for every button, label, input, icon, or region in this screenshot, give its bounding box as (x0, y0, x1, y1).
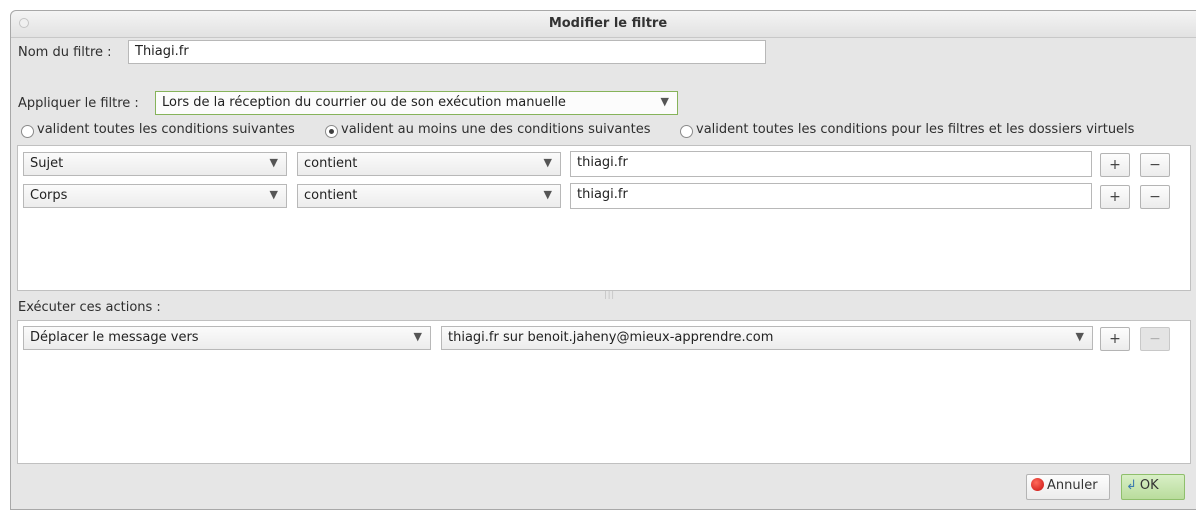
dropdown-arrow-icon: ▼ (543, 156, 552, 169)
condition-operator-select[interactable]: contient ▼ (297, 184, 561, 208)
action-type-value: Déplacer le message vers (30, 330, 199, 345)
cancel-button[interactable]: Annuler (1026, 474, 1110, 500)
remove-action-button[interactable]: − (1140, 327, 1170, 351)
enter-arrow-icon: ↲ (1126, 478, 1137, 493)
cancel-label: Annuler (1047, 478, 1098, 493)
splitter-grip[interactable]: ||| (604, 290, 615, 299)
radio-match-all-label[interactable]: valident toutes les conditions suivantes (37, 122, 295, 137)
remove-condition-button[interactable]: − (1140, 153, 1170, 177)
condition-operator-select[interactable]: contient ▼ (297, 152, 561, 176)
cancel-icon (1031, 478, 1044, 491)
window-title: Modifier le filtre (548, 16, 668, 31)
dropdown-arrow-icon: ▼ (660, 95, 669, 108)
radio-match-all-virtual-label[interactable]: valident toutes les conditions pour les … (696, 122, 1134, 137)
condition-field-value: Sujet (30, 156, 64, 171)
condition-value-input[interactable]: thiagi.fr (570, 151, 1092, 177)
condition-field-select[interactable]: Sujet ▼ (23, 152, 287, 176)
title-bar: Modifier le filtre (11, 11, 1196, 38)
ok-label: OK (1139, 478, 1159, 493)
filter-name-input[interactable]: Thiagi.fr (128, 40, 766, 64)
radio-match-any[interactable] (325, 125, 338, 138)
action-target-select[interactable]: thiagi.fr sur benoit.jaheny@mieux-appren… (441, 326, 1093, 350)
dropdown-arrow-icon: ▼ (1075, 330, 1084, 343)
dropdown-arrow-icon: ▼ (269, 156, 278, 169)
radio-match-all-virtual[interactable] (680, 125, 693, 138)
condition-value-input[interactable]: thiagi.fr (570, 183, 1092, 209)
remove-condition-button[interactable]: − (1140, 185, 1170, 209)
actions-label: Exécuter ces actions : (18, 300, 161, 315)
apply-filter-select[interactable]: Lors de la réception du courrier ou de s… (155, 91, 678, 115)
radio-match-all[interactable] (21, 125, 34, 138)
dropdown-arrow-icon: ▼ (543, 188, 552, 201)
add-action-button[interactable]: + (1100, 327, 1130, 351)
add-condition-button[interactable]: + (1100, 153, 1130, 177)
radio-match-any-label[interactable]: valident au moins une des conditions sui… (341, 122, 650, 137)
dropdown-arrow-icon: ▼ (413, 330, 422, 343)
condition-field-value: Corps (30, 188, 68, 203)
apply-filter-value: Lors de la réception du courrier ou de s… (162, 95, 566, 110)
filter-name-label: Nom du filtre : (18, 45, 112, 60)
ok-button[interactable]: ↲ OK (1121, 474, 1185, 500)
condition-operator-value: contient (304, 188, 358, 203)
action-target-value: thiagi.fr sur benoit.jaheny@mieux-appren… (448, 330, 774, 345)
condition-field-select[interactable]: Corps ▼ (23, 184, 287, 208)
add-condition-button[interactable]: + (1100, 185, 1130, 209)
action-type-select[interactable]: Déplacer le message vers ▼ (23, 326, 431, 350)
condition-operator-value: contient (304, 156, 358, 171)
apply-filter-label: Appliquer le filtre : (18, 96, 139, 111)
dropdown-arrow-icon: ▼ (269, 188, 278, 201)
